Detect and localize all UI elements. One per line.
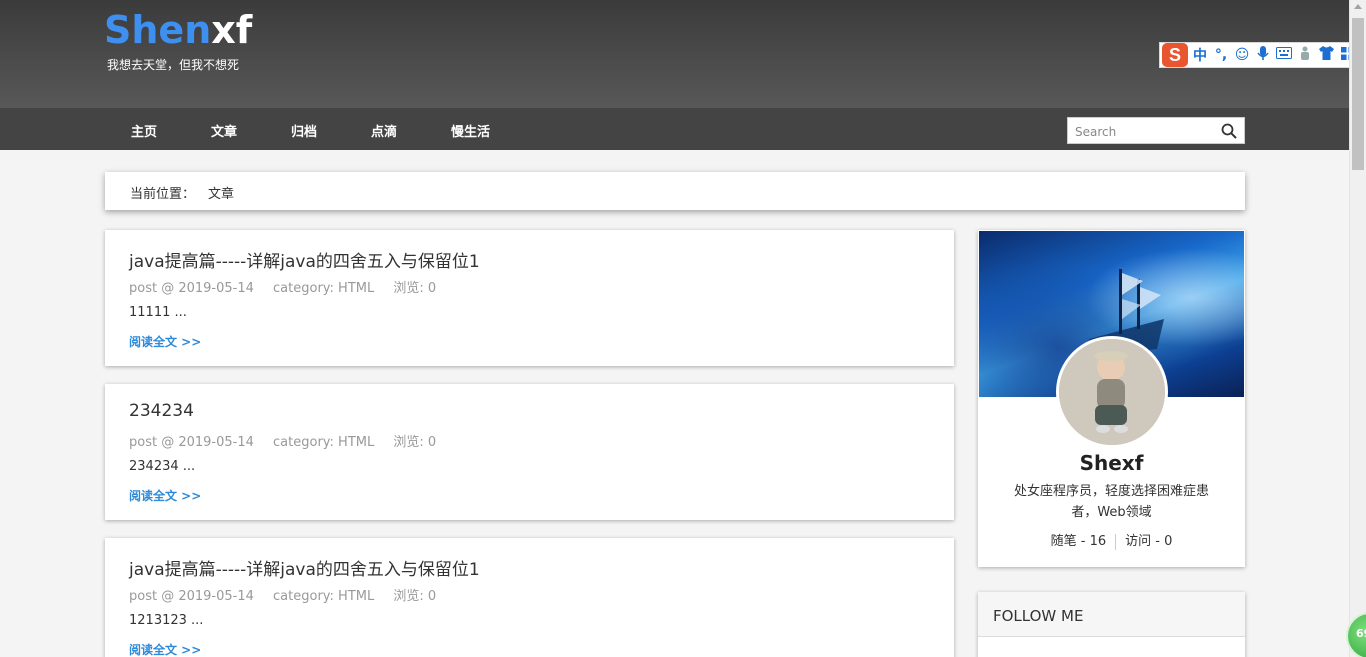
post-category: category: HTML <box>273 589 375 604</box>
post-views: 浏览: 0 <box>393 281 437 296</box>
profile-card: Shexf 处女座程序员，轻度选择困难症患者，Web领域 随笔 - 16 访问 -… <box>978 230 1245 567</box>
ime-toolbar: S 中 °, ☺ <box>1159 42 1366 68</box>
post-views: 浏览: 0 <box>393 435 437 450</box>
scrollbar-thumb[interactable] <box>1352 18 1364 170</box>
post-meta: post @ 2019-05-14 category: HTML 浏览: 0 <box>129 431 451 450</box>
avatar[interactable] <box>1056 336 1168 448</box>
accessibility-icon[interactable] <box>1296 46 1314 65</box>
search-icon[interactable] <box>1221 123 1237 139</box>
breadcrumb-label: 当前位置： <box>130 187 196 202</box>
floating-widget-badge: 69 <box>1356 627 1366 640</box>
post-title[interactable]: 234234 <box>129 401 194 421</box>
posts-count[interactable]: 随笔 - 16 <box>1051 534 1107 549</box>
page: Shenxf 我想去天堂，但我不想死 S 中 °, ☺ 主页 文章 归档 点滴 … <box>0 0 1366 657</box>
post-title[interactable]: java提高篇-----详解java的四舍五入与保留位1 <box>129 555 480 580</box>
microphone-icon[interactable] <box>1254 45 1272 65</box>
post-card: java提高篇-----详解java的四舍五入与保留位1 post @ 2019… <box>105 538 954 657</box>
post-card: 234234 post @ 2019-05-14 category: HTML … <box>105 384 954 520</box>
scroll-up-arrow-icon[interactable] <box>1354 4 1362 9</box>
post-date: post @ 2019-05-14 <box>129 589 254 604</box>
profile-name: Shexf <box>1079 451 1144 475</box>
post-excerpt: 11111 ... <box>129 305 187 320</box>
page-scrollbar[interactable] <box>1349 0 1366 657</box>
read-more-link[interactable]: 阅读全文 >> <box>129 641 201 657</box>
post-category: category: HTML <box>273 281 375 296</box>
nav-item-home[interactable]: 主页 <box>131 121 157 140</box>
site-logo[interactable]: Shenxf <box>104 8 252 52</box>
emoji-icon[interactable]: ☺ <box>1233 47 1251 63</box>
post-date: post @ 2019-05-14 <box>129 281 254 296</box>
punctuation-icon[interactable]: °, <box>1212 47 1230 63</box>
keyboard-icon[interactable] <box>1275 47 1293 63</box>
post-meta: post @ 2019-05-14 category: HTML 浏览: 0 <box>129 585 451 604</box>
chinese-mode-icon[interactable]: 中 <box>1191 45 1209 65</box>
follow-me-card: FOLLOW ME <box>978 592 1245 657</box>
search-input[interactable] <box>1073 119 1217 144</box>
breadcrumb: 当前位置： 文章 <box>105 172 1245 210</box>
site-header: Shenxf 我想去天堂，但我不想死 <box>0 0 1349 108</box>
search-box <box>1067 117 1245 144</box>
post-date: post @ 2019-05-14 <box>129 435 254 450</box>
profile-stats: 随笔 - 16 访问 - 0 <box>978 530 1245 550</box>
visits-count: 访问 - 0 <box>1125 534 1173 549</box>
post-card: java提高篇-----详解java的四舍五入与保留位1 post @ 2019… <box>105 230 954 366</box>
post-excerpt: 1213123 ... <box>129 613 204 628</box>
read-more-link[interactable]: 阅读全文 >> <box>129 487 201 504</box>
profile-bio: 处女座程序员，轻度选择困难症患者，Web领域 <box>1013 484 1209 520</box>
post-excerpt: 234234 ... <box>129 459 196 474</box>
skin-shirt-icon[interactable] <box>1317 46 1335 64</box>
follow-me-title: FOLLOW ME <box>978 592 1245 637</box>
site-tagline: 我想去天堂，但我不想死 <box>107 58 240 72</box>
read-more-link[interactable]: 阅读全文 >> <box>129 333 201 350</box>
post-views: 浏览: 0 <box>393 589 437 604</box>
nav-item-archive[interactable]: 归档 <box>291 121 317 140</box>
nav-item-slow-life[interactable]: 慢生活 <box>451 121 490 140</box>
post-title[interactable]: java提高篇-----详解java的四舍五入与保留位1 <box>129 247 480 272</box>
nav-item-moments[interactable]: 点滴 <box>371 121 397 140</box>
post-meta: post @ 2019-05-14 category: HTML 浏览: 0 <box>129 277 451 296</box>
logo-part-1: Shen <box>104 8 212 52</box>
stats-divider <box>1115 533 1117 550</box>
post-category: category: HTML <box>273 435 375 450</box>
breadcrumb-current[interactable]: 文章 <box>208 183 234 202</box>
nav-item-articles[interactable]: 文章 <box>211 121 237 140</box>
logo-part-2: xf <box>211 8 253 52</box>
sogou-logo-icon[interactable]: S <box>1162 43 1188 67</box>
